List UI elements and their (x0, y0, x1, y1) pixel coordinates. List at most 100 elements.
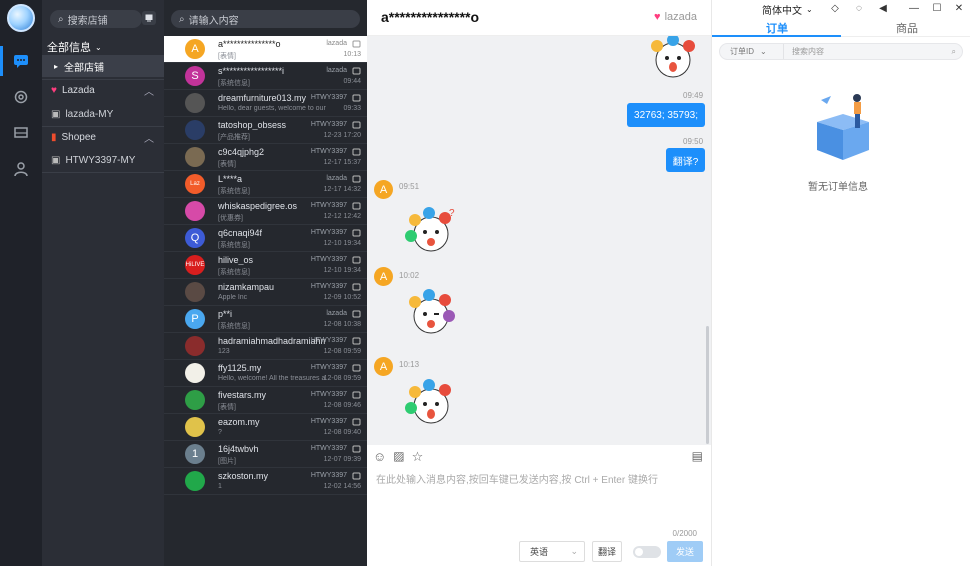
sender-avatar: A (374, 180, 393, 199)
chat-panel: a***************o ♥ lazada 09:49 32763; … (367, 0, 711, 566)
filter-select[interactable]: 订单ID ⌄ (720, 44, 784, 59)
conversation-row[interactable]: c9c4qjphg2 [表情] HTWY3397 12-17 15:37 (164, 144, 367, 171)
conversation-row[interactable]: whiskaspedigree.os [优惠券] HTWY3397 12-12 12:… (164, 198, 367, 225)
conversation-row[interactable]: dreamfurniture013.my Hello, dear guests, … (164, 90, 367, 117)
shop-htwy3397-my[interactable]: ▣ HTWY3397-MY (42, 150, 164, 170)
maximize-icon[interactable]: ☐ (930, 2, 944, 14)
conversation-row[interactable]: Qq6cnaqi94f [系统信息] HTWY3397 12-10 19:34 (164, 225, 367, 252)
last-message-time: 12-08 10:38 (323, 321, 361, 328)
contact-name: whiskaspedigree.os (218, 201, 298, 211)
last-message-time: 12-08 09:40 (323, 429, 361, 436)
chat-header: a***************o ♥ lazada (367, 0, 711, 36)
sound-icon[interactable]: ◀ (876, 2, 890, 14)
tab-products[interactable]: 商品 (896, 20, 918, 36)
close-icon[interactable]: ✕ (952, 2, 966, 14)
tab-orders[interactable]: 订单 (766, 20, 788, 36)
send-button[interactable]: 发送 (667, 541, 703, 562)
conversation-row[interactable]: tatoshop_obsess [产品推荐] HTWY3397 12-23 17:20 (164, 117, 367, 144)
outgoing-message[interactable]: 翻译? (666, 148, 705, 172)
last-message-preview: 1 (218, 483, 222, 490)
language-select[interactable]: 英语 ⌄ (519, 541, 585, 562)
conversation-row[interactable]: szkoston.my 1 HTWY3397 12-02 14:56 (164, 468, 367, 495)
last-message-time: 12-08 09:59 (323, 375, 361, 382)
contact-name: L****a (218, 174, 243, 184)
chat-icon[interactable] (0, 46, 33, 76)
platform-icon (352, 337, 361, 345)
contact-name: c9c4qjphg2 (218, 147, 265, 157)
last-message-time: 12-07 09:39 (323, 456, 361, 463)
conversation-row[interactable]: ffy1125.my Hello, welcome! All the treasu… (164, 360, 367, 387)
group-shopee[interactable]: ▮ Shopee ︿ (42, 127, 164, 147)
shop-label: HTWY3397 (310, 256, 347, 263)
message-scrollbar[interactable] (706, 326, 709, 444)
user-icon[interactable] (9, 157, 33, 181)
left-rail (0, 0, 42, 566)
conversation-row[interactable]: nizamkampau Apple Inc HTWY3397 12-09 10:52 (164, 279, 367, 306)
message-time: 09:50 (683, 137, 704, 146)
avatar (185, 201, 205, 221)
chevron-down-icon: ⌄ (95, 42, 102, 52)
avatar: Q (185, 228, 205, 248)
shop-label: HTWY3397 (310, 364, 347, 371)
shop-label: HTWY3397 (310, 472, 347, 479)
conversation-rows: Aa***************o [表情] lazada 10:13 Ss*****… (164, 36, 367, 495)
message-icon[interactable]: ◌ (852, 2, 866, 14)
window-titlebar: 简体中文 ⌄ ◇ ◌ ◀ — ☐ ✕ (712, 0, 970, 18)
conversation-row[interactable]: Ss*****************i [系统信息] lazada 09:44 (164, 63, 367, 90)
last-message-time: 10:13 (343, 51, 361, 58)
platform-icon (352, 310, 361, 318)
contact-name: szkoston.my (218, 471, 269, 481)
shop-lazada-my[interactable]: ▣ lazada-MY (42, 104, 164, 124)
all-shops-item[interactable]: ▸ 全部店铺 (42, 55, 164, 77)
shop-label: lazada (326, 67, 347, 74)
contact-name: a***************o (218, 39, 281, 49)
translate-button[interactable]: 翻译 (592, 541, 622, 562)
conversation-row[interactable]: eazom.my? HTWY3397 12-08 09:40 (164, 414, 367, 441)
last-message-preview: [产品推荐] (218, 134, 250, 141)
chevron-up-icon: ︿ (144, 133, 154, 145)
order-panel: 简体中文 ⌄ ◇ ◌ ◀ — ☐ ✕ 订单 商品 订单ID ⌄ 搜索内容 ⌕ 暂… (711, 0, 970, 566)
shop-label: HTWY3397 (310, 202, 347, 209)
contact-name: q6cnaqi94f (218, 228, 263, 238)
contact-name: 16j4twbvh (218, 444, 259, 454)
conversation-row[interactable]: 1 16j4twbvh [图片] HTWY3397 12-07 09:39 (164, 441, 367, 468)
shop-action-button[interactable] (142, 11, 156, 25)
all-info-toggle[interactable]: 全部信息 ⌄ (47, 39, 102, 55)
conversation-row[interactable]: HiLIVE hilive_os [系统信息] HTWY3397 12-10 19:34 (164, 252, 367, 279)
message-time: 09:49 (683, 91, 704, 100)
shop-search-input[interactable]: ⌕ 搜索店铺 (50, 10, 142, 28)
conversation-row[interactable]: fivestars.my [表情] HTWY3397 12-08 09:46 (164, 387, 367, 414)
platform-icon (352, 121, 361, 129)
store-icon[interactable] (9, 121, 33, 145)
last-message-time: 12-17 15:37 (323, 159, 361, 166)
chevron-down-icon: ⌄ (806, 5, 813, 14)
quick-reply-icon[interactable]: ▤ (692, 449, 703, 463)
minimize-icon[interactable]: — (907, 2, 921, 14)
message-time: 10:13 (399, 360, 420, 369)
conversation-row[interactable]: hadramiahmadhadramiahmad 123 HTWY3397 12-08… (164, 333, 367, 360)
conversation-row[interactable]: Laz L****a [系统信息] lazada 12-17 14:32 (164, 171, 367, 198)
emoji-icon[interactable]: ☺ (373, 449, 386, 465)
message-area[interactable]: 09:49 32763; 35793; 09:50 翻译? A 09:51 ? … (367, 36, 711, 445)
conversation-search-input[interactable]: ⌕ 请输入内容 (171, 10, 360, 28)
star-icon[interactable]: ☆ (412, 449, 424, 465)
outgoing-message[interactable]: 32763; 35793; (627, 103, 705, 127)
avatar: 1 (185, 444, 205, 464)
last-message-preview: 123 (218, 348, 230, 355)
message-input[interactable]: 在此处输入消息内容,按回车键已发送内容,按 Ctrl + Enter 键换行 (376, 471, 658, 486)
settings-icon[interactable] (9, 85, 33, 109)
conversation-row[interactable]: Pp**i [系统信息] lazada 12-08 10:38 (164, 306, 367, 333)
search-icon[interactable]: ⌕ (952, 47, 956, 57)
conversation-row[interactable]: Aa***************o [表情] lazada 10:13 (164, 36, 367, 63)
last-message-time: 12-17 14:32 (323, 186, 361, 193)
sender-avatar: A (374, 267, 393, 286)
platform-icon (352, 148, 361, 156)
char-counter: 0/2000 (672, 529, 697, 538)
language-switch[interactable]: 简体中文 ⌄ (762, 2, 813, 17)
image-icon[interactable]: ▨ (393, 449, 404, 465)
order-search-input[interactable]: 搜索内容 (784, 46, 824, 57)
chat-title: a***************o (381, 9, 480, 25)
group-lazada[interactable]: ♥ Lazada ︿ (42, 80, 164, 100)
auto-translate-toggle[interactable] (633, 546, 661, 558)
diamond-icon[interactable]: ◇ (828, 2, 842, 14)
